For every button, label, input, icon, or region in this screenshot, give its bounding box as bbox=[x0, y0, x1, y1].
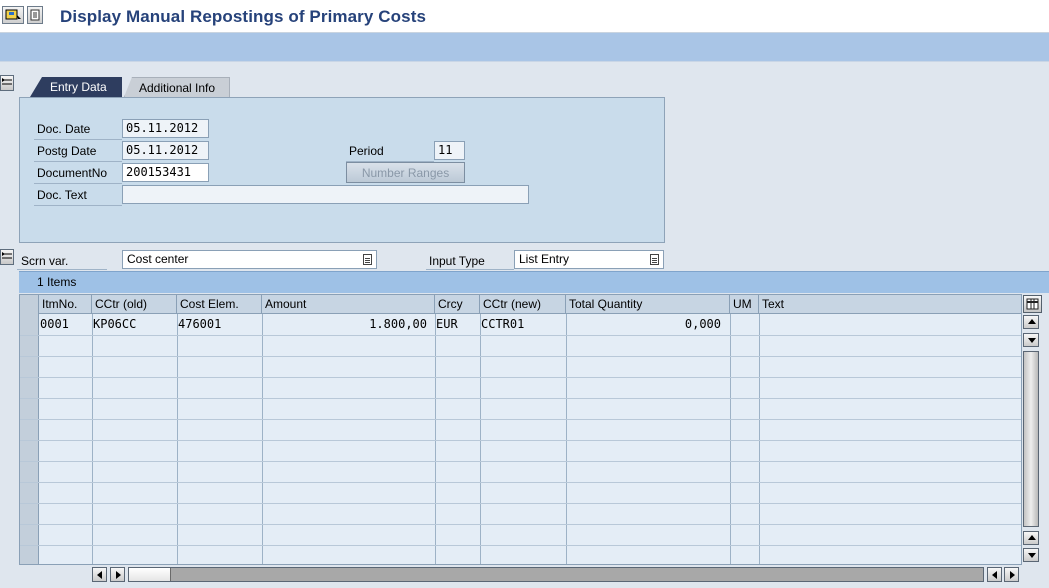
row-divider bbox=[20, 461, 1021, 462]
scroll-up-button[interactable] bbox=[1023, 315, 1039, 329]
row-divider bbox=[20, 335, 1021, 336]
table-header: ItmNo. CCtr (old) Cost Elem. Amount Crcy… bbox=[20, 295, 1021, 314]
divider bbox=[17, 269, 107, 270]
input-type-dropdown[interactable]: List Entry bbox=[514, 250, 664, 269]
column-header-total-quantity[interactable]: Total Quantity bbox=[566, 295, 730, 314]
tab-entry-data[interactable]: Entry Data bbox=[30, 77, 122, 97]
column-header-itmno[interactable]: ItmNo. bbox=[39, 295, 92, 314]
scroll-down-button[interactable] bbox=[1023, 333, 1039, 347]
table-title: 1 Items bbox=[19, 271, 1049, 293]
row-divider bbox=[20, 377, 1021, 378]
arrow-down-icon bbox=[1028, 338, 1036, 343]
divider bbox=[426, 269, 514, 270]
arrow-left-icon bbox=[992, 571, 997, 579]
scroll-thumb[interactable] bbox=[1023, 351, 1039, 527]
divider bbox=[34, 161, 122, 162]
dropdown-list-icon[interactable] bbox=[650, 254, 659, 265]
arrow-right-icon bbox=[116, 571, 121, 579]
doc-text-label: Doc. Text bbox=[37, 188, 87, 202]
scroll-down-button[interactable] bbox=[1023, 548, 1039, 562]
application-toolbar bbox=[0, 33, 1049, 62]
cell-itmno[interactable]: 0001 bbox=[40, 317, 69, 331]
doc-date-field[interactable]: 05.11.2012 bbox=[122, 119, 209, 138]
row-divider bbox=[20, 440, 1021, 441]
column-header-cctr-new[interactable]: CCtr (new) bbox=[480, 295, 566, 314]
divider bbox=[34, 139, 122, 140]
document-no-label: DocumentNo bbox=[37, 166, 108, 180]
divider bbox=[34, 205, 122, 206]
doc-date-label: Doc. Date bbox=[37, 122, 91, 136]
items-table: ItmNo. CCtr (old) Cost Elem. Amount Crcy… bbox=[19, 294, 1022, 565]
scrn-var-value: Cost center bbox=[127, 252, 189, 266]
period-field[interactable]: 11 bbox=[434, 141, 465, 160]
cell-cctr-new[interactable]: CCTR01 bbox=[481, 317, 524, 331]
tab-additional-info[interactable]: Additional Info bbox=[124, 77, 230, 97]
column-header-cost-elem[interactable]: Cost Elem. bbox=[177, 295, 262, 314]
dropdown-list-icon[interactable] bbox=[363, 254, 372, 265]
doc-text-field[interactable] bbox=[122, 185, 529, 204]
cell-cost-elem[interactable]: 476001 bbox=[178, 317, 221, 331]
scroll-up-button[interactable] bbox=[1023, 531, 1039, 545]
collapse-icon[interactable] bbox=[0, 75, 14, 91]
row-divider bbox=[20, 419, 1021, 420]
row-divider bbox=[20, 398, 1021, 399]
scroll-track[interactable] bbox=[128, 567, 984, 582]
cell-crcy[interactable]: EUR bbox=[436, 317, 458, 331]
page-title: Display Manual Repostings of Primary Cos… bbox=[60, 7, 427, 26]
scroll-thumb[interactable] bbox=[129, 568, 171, 581]
collapse-icon[interactable] bbox=[0, 249, 14, 265]
entry-data-panel: Doc. Date 05.11.2012 Postg Date 05.11.20… bbox=[19, 97, 665, 243]
input-type-label: Input Type bbox=[429, 254, 485, 268]
vertical-scrollbar[interactable] bbox=[1023, 315, 1041, 565]
row-divider bbox=[20, 524, 1021, 525]
column-header-amount[interactable]: Amount bbox=[262, 295, 435, 314]
input-type-value: List Entry bbox=[519, 252, 570, 266]
scroll-left-button[interactable] bbox=[92, 567, 107, 582]
postg-date-label: Postg Date bbox=[37, 144, 97, 158]
scroll-left-button[interactable] bbox=[987, 567, 1002, 582]
arrow-left-icon bbox=[97, 571, 102, 579]
arrow-up-icon bbox=[1028, 535, 1036, 540]
divider bbox=[34, 183, 122, 184]
arrow-down-icon bbox=[1028, 553, 1036, 558]
scrn-var-dropdown[interactable]: Cost center bbox=[122, 250, 377, 269]
menu-icon[interactable] bbox=[2, 6, 24, 24]
document-no-field[interactable]: 200153431 bbox=[122, 163, 209, 182]
table-settings-icon[interactable] bbox=[1023, 295, 1042, 313]
row-divider bbox=[20, 545, 1021, 546]
title-bar: Display Manual Repostings of Primary Cos… bbox=[0, 0, 1049, 33]
arrow-up-icon bbox=[1028, 319, 1036, 324]
row-divider bbox=[20, 482, 1021, 483]
column-header-um[interactable]: UM bbox=[730, 295, 759, 314]
row-divider bbox=[20, 356, 1021, 357]
column-header-text[interactable]: Text bbox=[759, 295, 1021, 314]
horizontal-scrollbar[interactable] bbox=[92, 567, 1022, 582]
number-ranges-button[interactable]: Number Ranges bbox=[346, 162, 465, 183]
row-divider bbox=[20, 503, 1021, 504]
scrn-var-label: Scrn var. bbox=[21, 254, 69, 268]
cell-amount[interactable]: 1.800,00 bbox=[263, 317, 427, 331]
scroll-right-button[interactable] bbox=[1004, 567, 1019, 582]
column-header-crcy[interactable]: Crcy bbox=[435, 295, 480, 314]
scroll-right-button[interactable] bbox=[110, 567, 125, 582]
period-label: Period bbox=[349, 144, 384, 158]
select-all-cell[interactable] bbox=[20, 295, 39, 314]
cell-total-quantity[interactable]: 0,000 bbox=[567, 317, 721, 331]
arrow-right-icon bbox=[1010, 571, 1015, 579]
column-header-cctr-old[interactable]: CCtr (old) bbox=[92, 295, 177, 314]
cell-cctr-old[interactable]: KP06CC bbox=[93, 317, 136, 331]
postg-date-field[interactable]: 05.11.2012 bbox=[122, 141, 209, 160]
layout-icon[interactable] bbox=[27, 6, 43, 24]
